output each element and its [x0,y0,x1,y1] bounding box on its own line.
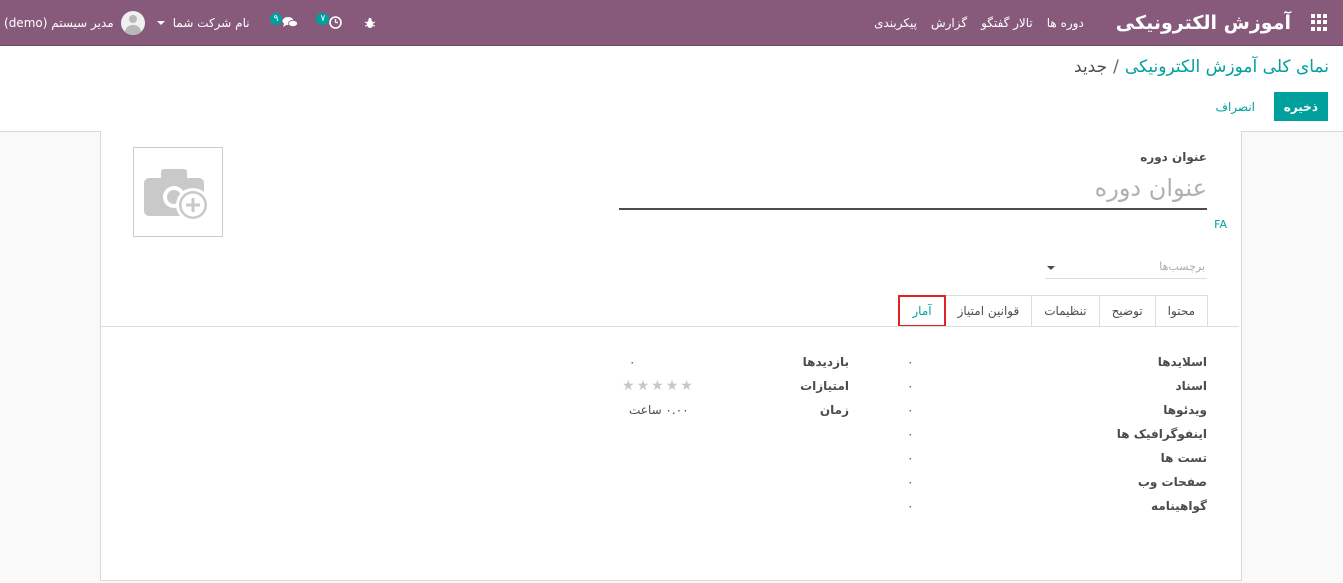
tags-input[interactable]: برچسب‌ها [1045,257,1207,279]
tab-description[interactable]: توضیح [1098,295,1156,327]
stat-label: تست ها [1160,451,1207,465]
stat-label: اسناد [1175,379,1207,393]
star-icon[interactable]: ★ [666,378,679,394]
company-switcher[interactable]: نام شرکت شما [145,0,262,45]
tab-content[interactable]: محتوا [1154,295,1208,327]
tab-divider [101,326,1239,327]
views-row: بازدیدها ۰ [629,355,849,375]
user-menu[interactable]: مدیر سیستم (demo) [0,0,145,45]
time-value: ۰.۰۰ ساعت [629,403,689,417]
stat-row: اسناد ۰ [907,379,1207,399]
course-image-upload[interactable] [133,147,223,237]
messaging-menu[interactable]: ۹ [262,0,309,45]
activity-badge: ۷ [316,12,330,25]
stat-label: گواهینامه [1151,499,1207,513]
camera-add-icon [144,169,210,222]
menu-forum[interactable]: تالار گفتگو [981,16,1033,30]
caret-down-icon[interactable] [1047,266,1055,270]
stat-value: ۰ [907,379,914,393]
views-label: بازدیدها [802,355,849,369]
chevron-down-icon [156,20,165,25]
breadcrumb: نمای کلی آموزش الکترونیکی /جدید [1074,57,1329,77]
stat-row: اسلایدها ۰ [907,355,1207,375]
menu-courses[interactable]: دوره ها [1047,16,1084,30]
debug-toggle[interactable] [352,0,388,45]
stat-value: ۰ [907,499,914,513]
menu-reporting[interactable]: گزارش [931,16,967,30]
company-name: نام شرکت شما [172,15,250,30]
user-name: مدیر سیستم (demo) [4,15,114,30]
star-icon[interactable]: ★ [637,378,650,394]
language-button[interactable]: FA [1214,218,1227,231]
tags-placeholder: برچسب‌ها [1159,260,1205,273]
bug-icon [365,17,376,28]
breadcrumb-parent[interactable]: نمای کلی آموزش الکترونیکی [1125,57,1329,77]
stat-value: ۰ [907,403,914,417]
star-icon[interactable]: ★ [622,378,635,394]
activity-menu[interactable]: ۷ [308,0,352,45]
messages-badge: ۹ [269,12,283,25]
course-title-input[interactable] [619,168,1207,210]
stat-label: ویدئوها [1163,403,1207,417]
rating-stars: ★ ★ ★ ★ ★ [622,378,695,394]
breadcrumb-current: جدید [1074,57,1108,77]
discard-button[interactable]: انصراف [1208,92,1263,121]
star-icon[interactable]: ★ [680,378,693,394]
avatar [120,10,145,35]
stat-row: اینفوگرافیک ها ۰ [907,427,1207,447]
tab-statistics[interactable]: آمار [898,295,946,327]
stat-row: صفحات وب ۰ [907,475,1207,495]
top-navbar: آموزش الکترونیکی دوره ها تالار گفتگو گزا… [0,0,1343,46]
notebook-tabs: محتوا توضیح تنظیمات قوانین امتیاز آمار [898,295,1208,327]
time-label: زمان [819,403,849,417]
apps-menu-icon[interactable] [1309,13,1327,32]
stat-value: ۰ [907,451,914,465]
tab-options[interactable]: تنظیمات [1031,295,1100,327]
save-button[interactable]: ذخیره [1273,92,1328,121]
rating-label: امتیازات [800,379,849,393]
breadcrumb-separator: / [1113,57,1119,77]
stat-row: تست ها ۰ [907,451,1207,471]
views-value: ۰ [629,355,636,369]
stat-value: ۰ [907,427,914,441]
navbar-systray: ۷ ۹ نام شرکت شما مدیر سیستم (demo) [0,0,388,45]
time-row: زمان ۰.۰۰ ساعت [629,403,849,423]
chat-icon [282,17,299,28]
star-icon[interactable]: ★ [651,378,664,394]
course-title-label: عنوان دوره [1140,150,1207,164]
stat-row: ویدئوها ۰ [907,403,1207,423]
clock-icon [329,16,343,29]
stat-row: گواهینامه ۰ [907,499,1207,519]
menu-configuration[interactable]: پیکربندی [874,16,917,30]
stat-value: ۰ [907,355,914,369]
tab-karma-rules[interactable]: قوانین امتیاز [944,295,1033,327]
stat-label: اسلایدها [1157,355,1207,369]
stat-label: اینفوگرافیک ها [1116,427,1207,441]
navbar-main: آموزش الکترونیکی دوره ها تالار گفتگو گزا… [860,0,1343,45]
stat-value: ۰ [907,475,914,489]
stat-label: صفحات وب [1137,475,1207,489]
app-brand[interactable]: آموزش الکترونیکی [1116,12,1291,34]
